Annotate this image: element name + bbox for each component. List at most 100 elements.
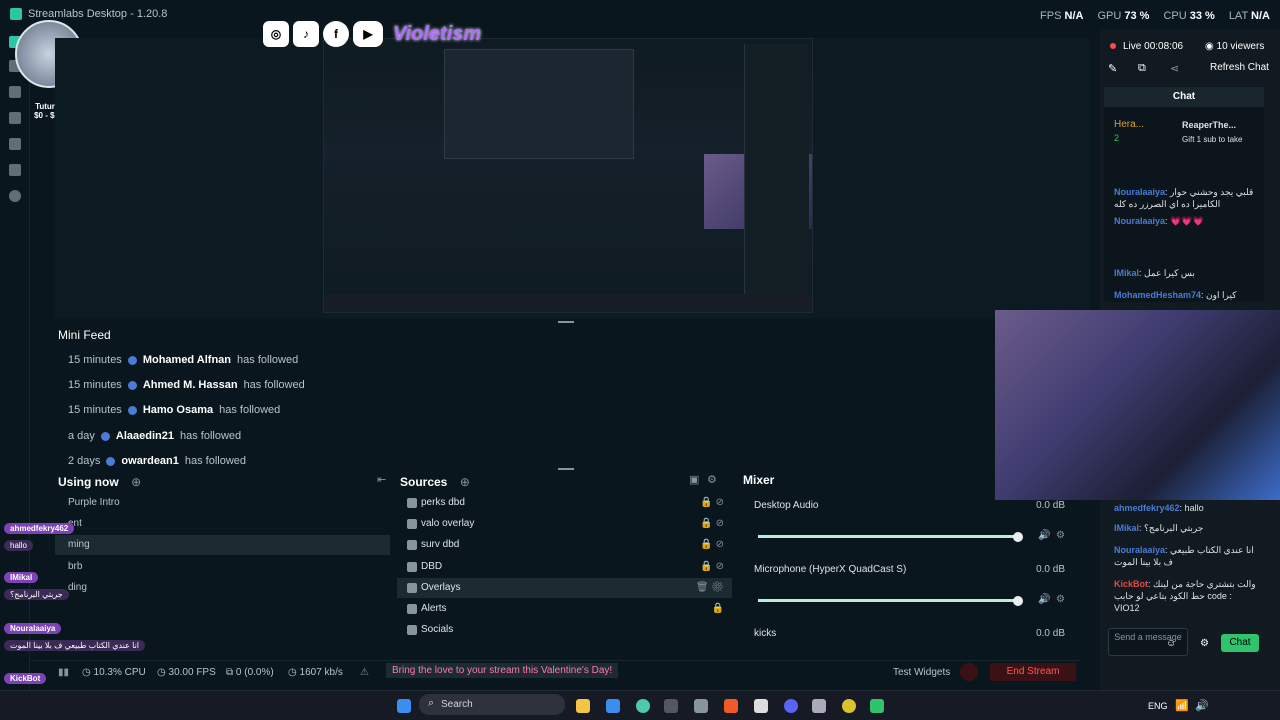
source-item[interactable]: DBD 🔒 ⊘ xyxy=(397,557,732,577)
settings-icon[interactable]: ⚙ xyxy=(1200,638,1209,649)
volume-slider[interactable] xyxy=(758,532,1023,542)
chat-message: MohamedHesham74: كيرا اون xyxy=(1114,290,1237,300)
feed-item[interactable]: 15 minutes Hamo Osama has followed xyxy=(68,404,280,416)
store-icon[interactable] xyxy=(9,138,21,150)
dropped-frames: ⧉ 0 (0.0%) xyxy=(226,667,274,678)
mixer-title: Mixer xyxy=(743,473,775,487)
source-item[interactable]: valo overlay 🔒 ⊘ xyxy=(397,514,732,534)
add-source-icon[interactable]: ⊕ xyxy=(460,475,470,489)
mute-icon[interactable]: 🔊 xyxy=(1038,530,1050,541)
notepad-icon[interactable] xyxy=(606,699,620,713)
apps-icon[interactable] xyxy=(9,164,21,176)
warning-icon[interactable]: ⚠ xyxy=(360,667,369,678)
scenes-panel: Using now ⊕ ⇤ Purple Intro ent ming brb … xyxy=(55,470,390,645)
source-folder[interactable]: Alerts 🔒 xyxy=(397,599,732,619)
chat-send-button[interactable]: Chat xyxy=(1221,634,1259,652)
record-button[interactable] xyxy=(960,663,978,681)
folder-icon xyxy=(407,625,417,635)
feed-item[interactable]: a day Alaaedin21 has followed xyxy=(68,430,241,442)
settings-icon[interactable]: ⚙ xyxy=(707,473,717,486)
streamlabs-icon[interactable] xyxy=(870,699,884,713)
scene-item[interactable]: brb xyxy=(55,557,390,577)
brand-name: Violetism xyxy=(393,22,482,45)
scene-item[interactable]: Purple Intro xyxy=(55,493,390,513)
scene-item-active[interactable]: ming xyxy=(55,535,390,555)
discord-icon[interactable] xyxy=(784,699,798,713)
chat-window: Chat Hera... 2 ReaperThe... Gift 1 sub t… xyxy=(1104,87,1264,302)
app-icon[interactable] xyxy=(754,699,768,713)
app-icon[interactable] xyxy=(636,699,650,713)
scene-collection-title[interactable]: Using now xyxy=(58,475,119,489)
follow-icon xyxy=(106,456,116,466)
follow-icon xyxy=(127,355,137,365)
app-icon xyxy=(10,8,22,20)
stats-icon[interactable]: ▮▮ xyxy=(58,667,69,678)
chat-message: Nouralaaiya: انا عندي الكتاب طبيعي ف بلا… xyxy=(1114,545,1254,567)
promo-banner[interactable]: Bring the love to your stream this Valen… xyxy=(386,663,619,678)
source-folder-active[interactable]: Overlays 🗑 ⚙ xyxy=(397,578,732,598)
collapse-icon[interactable]: ⇤ xyxy=(377,473,386,486)
taskbar-search[interactable]: Search xyxy=(419,694,565,715)
live-status: Live 00:08:06 xyxy=(1123,41,1184,52)
mini-feed: Mini Feed 15 minutes Mohamed Alfnan has fo… xyxy=(55,322,995,467)
app-icon[interactable] xyxy=(664,699,678,713)
taskbar: ENG 📶 🔊 xyxy=(0,690,1280,720)
scene-item[interactable]: ding xyxy=(55,578,390,598)
youtube-icon: ▶ xyxy=(353,21,383,47)
feed-item[interactable]: 15 minutes Ahmed M. Hassan has followed xyxy=(68,379,305,391)
app-icon[interactable] xyxy=(812,699,826,713)
network-icon[interactable]: 📶 xyxy=(1175,699,1189,712)
follow-icon xyxy=(127,380,137,390)
mini-feed-title: Mini Feed xyxy=(58,328,111,342)
record-icon[interactable] xyxy=(9,190,21,202)
chat-message: IMikal: بس كيرا عمل xyxy=(1114,268,1195,278)
mixer-db: 0.0 dB xyxy=(1036,564,1065,575)
windows-start-icon[interactable] xyxy=(397,699,411,713)
bitrate: ◷ 1607 kb/s xyxy=(288,667,343,678)
source-item[interactable]: perks dbd 🔒 ⊘ xyxy=(397,493,732,513)
feed-item[interactable]: 2 days owardean1 has followed xyxy=(68,455,246,467)
chat-message: KickBot: والت بتشتري حاجة من لينك حط الك… xyxy=(1114,579,1256,613)
preview-capture xyxy=(323,38,813,313)
emoji-icon[interactable]: ☺ xyxy=(1166,638,1176,649)
image-icon xyxy=(407,562,417,572)
mixer-channel-name: Microphone (HyperX QuadCast S) xyxy=(754,564,907,575)
edit-icon[interactable]: ✎ xyxy=(1108,62,1117,75)
refresh-chat-button[interactable]: Refresh Chat xyxy=(1210,62,1269,73)
end-stream-button[interactable]: End Stream xyxy=(990,663,1076,681)
cpu-readout: ◷ 10.3% CPU xyxy=(82,667,146,678)
cpu-stat: CPU 33 % xyxy=(1163,10,1215,22)
fps-readout: ◷ 30.00 FPS xyxy=(157,667,216,678)
source-item[interactable]: surv dbd 🔒 ⊘ xyxy=(397,535,732,555)
scenes-header: Using now ⊕ xyxy=(58,473,141,491)
scene-item[interactable]: ent xyxy=(55,514,390,534)
brave-icon[interactable] xyxy=(724,699,738,713)
feed-item[interactable]: 15 minutes Mohamed Alfnan has followed xyxy=(68,354,298,366)
popout-icon[interactable]: ⧉ xyxy=(1138,62,1146,75)
chrome-icon[interactable] xyxy=(842,699,856,713)
lock-visibility-icons: 🔒 ⊘ xyxy=(700,561,724,572)
chat-message: Nouralaaiya: قلبي يجد وحشني حوار الكامير… xyxy=(1114,187,1254,209)
lat-stat: LAT N/A xyxy=(1228,10,1270,22)
test-widgets-button[interactable]: Test Widgets xyxy=(893,667,950,678)
chat-title: Chat xyxy=(1104,87,1264,107)
source-folder[interactable]: Socials xyxy=(397,620,732,640)
mute-icon[interactable]: 🔊 xyxy=(1038,594,1050,605)
left-nav xyxy=(0,30,30,690)
file-explorer-icon[interactable] xyxy=(576,699,590,713)
language-indicator[interactable]: ENG xyxy=(1148,701,1168,711)
pinned-user: ReaperThe... xyxy=(1182,120,1237,130)
folder-add-icon[interactable]: ▣ xyxy=(689,473,699,486)
volume-icon[interactable]: 🔊 xyxy=(1195,699,1209,712)
gpu-stat: GPU 73 % xyxy=(1097,10,1150,22)
tiktok-icon: ♪ xyxy=(293,21,319,47)
share-icon[interactable]: ⋖ xyxy=(1170,62,1179,75)
image-icon xyxy=(407,540,417,550)
live-dot xyxy=(1110,43,1116,49)
resize-handle[interactable] xyxy=(558,321,574,323)
settings-icon[interactable]: ⚙ xyxy=(1056,594,1065,605)
shield-icon[interactable] xyxy=(694,699,708,713)
volume-slider[interactable] xyxy=(758,596,1023,606)
add-scene-icon[interactable]: ⊕ xyxy=(131,475,141,489)
settings-icon[interactable]: ⚙ xyxy=(1056,530,1065,541)
